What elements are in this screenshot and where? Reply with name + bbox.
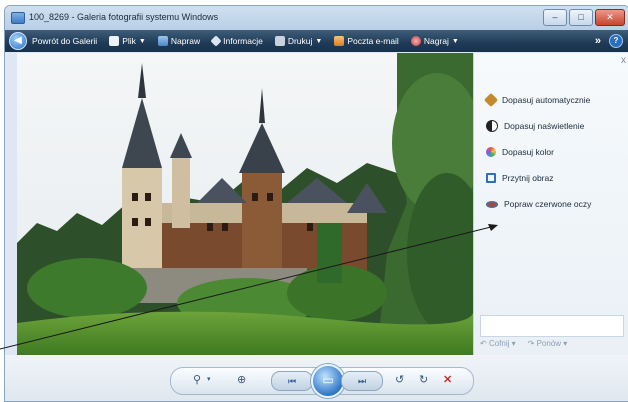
pointer-line	[0, 225, 496, 350]
arrow-head-icon	[488, 224, 498, 231]
callout-pointer	[0, 224, 498, 350]
